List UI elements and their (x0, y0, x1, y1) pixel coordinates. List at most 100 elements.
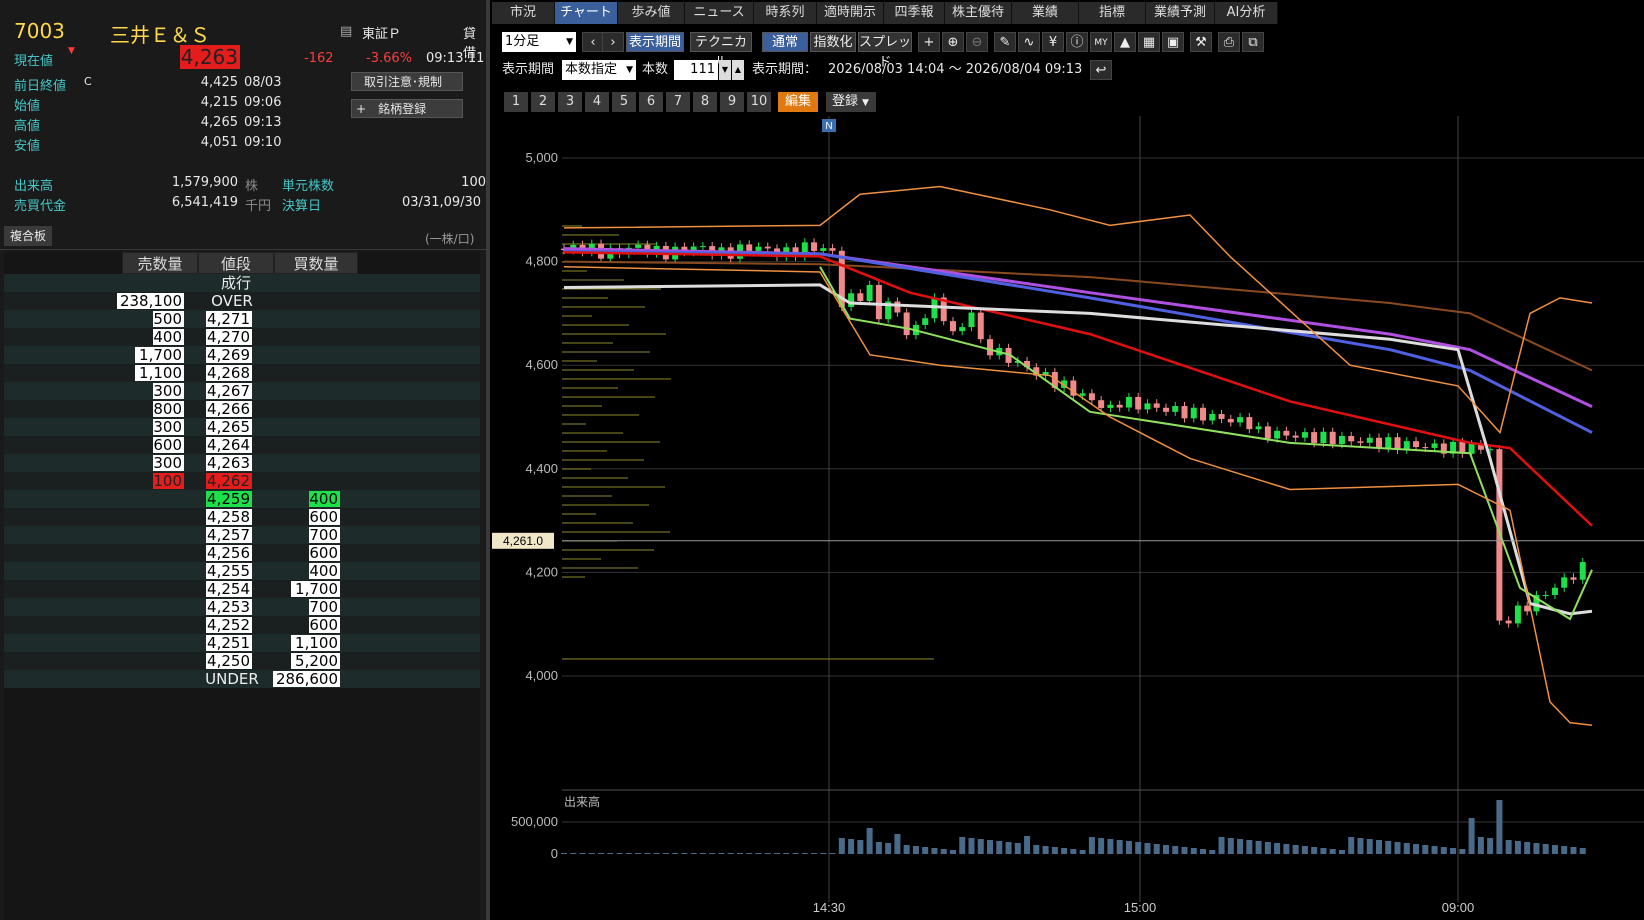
tab-6[interactable]: 四季報 (884, 2, 945, 24)
preset-button-7[interactable]: 7 (666, 92, 690, 112)
buy-qty[interactable]: 700 (309, 599, 340, 615)
technical-button[interactable]: テクニカル (690, 32, 752, 70)
table-row[interactable]: 4,252 600 (4, 616, 480, 634)
my-chart-icon[interactable]: MY (1090, 32, 1112, 52)
buy-qty[interactable]: 600 (309, 617, 340, 633)
preset-button-2[interactable]: 2 (531, 92, 555, 112)
table-row[interactable]: UNDER 286,600 (4, 670, 480, 688)
sell-qty[interactable]: 300 (153, 419, 184, 435)
area-chart-icon[interactable]: ▲ (1114, 32, 1136, 52)
buy-qty[interactable]: 400 (309, 563, 340, 579)
sell-qty[interactable]: 1,100 (135, 365, 184, 381)
table-row[interactable]: 4,257 700 (4, 526, 480, 544)
table-row[interactable]: 100 4,262 (4, 472, 480, 490)
tab-7[interactable]: 株主優待 (945, 2, 1012, 24)
price-level[interactable]: 4,253 (206, 599, 252, 615)
price-level[interactable]: UNDER (202, 671, 262, 687)
tab-0[interactable]: 市況 (492, 2, 555, 24)
tab-11[interactable]: AI分析 (1215, 2, 1278, 24)
sell-qty[interactable]: 300 (153, 455, 184, 471)
spread-mode-button[interactable]: スプレッド (858, 32, 912, 70)
preset-button-1[interactable]: 1 (504, 92, 528, 112)
price-level[interactable]: 4,256 (206, 545, 252, 561)
tab-10[interactable]: 業績予測 (1146, 2, 1215, 24)
return-icon[interactable]: ↩ (1090, 60, 1112, 80)
table-row[interactable]: 600 4,264 (4, 436, 480, 454)
count-input[interactable]: 111 (674, 60, 718, 80)
table-row[interactable]: 4,254 1,700 (4, 580, 480, 598)
period-mode-select[interactable]: 本数指定 ▼ (562, 60, 636, 80)
buy-qty[interactable]: 5,200 (291, 653, 340, 669)
table-row[interactable]: 300 4,267 (4, 382, 480, 400)
buy-qty[interactable]: 286,600 (273, 671, 340, 687)
table-row[interactable]: 4,251 1,100 (4, 634, 480, 652)
normal-mode-button[interactable]: 通常 (762, 32, 808, 52)
preset-button-5[interactable]: 5 (612, 92, 636, 112)
table-row[interactable]: 4,255 400 (4, 562, 480, 580)
sell-qty[interactable]: 800 (153, 401, 184, 417)
document-icon[interactable]: ▤ (340, 24, 352, 39)
sell-qty[interactable]: 600 (153, 437, 184, 453)
preset-button-8[interactable]: 8 (693, 92, 717, 112)
price-level[interactable]: 4,254 (206, 581, 252, 597)
buy-qty[interactable]: 600 (309, 509, 340, 525)
buy-qty[interactable]: 1,100 (291, 635, 340, 651)
table-row[interactable]: 4,256 600 (4, 544, 480, 562)
index-mode-button[interactable]: 指数化 (810, 32, 856, 52)
price-level[interactable]: 4,265 (206, 419, 252, 435)
sell-qty[interactable]: 100 (153, 473, 184, 489)
next-icon[interactable]: › (602, 32, 624, 52)
tab-composite-board[interactable]: 複合板 (4, 226, 52, 246)
price-level[interactable]: 4,267 (206, 383, 252, 399)
preset-button-9[interactable]: 9 (720, 92, 744, 112)
crosshair-icon[interactable]: + (918, 32, 940, 52)
display-period-button[interactable]: 表示期間 (626, 32, 684, 52)
table-row[interactable]: 4,250 5,200 (4, 652, 480, 670)
trend-icon[interactable]: ∿ (1018, 32, 1040, 52)
table-row[interactable]: 400 4,270 (4, 328, 480, 346)
preset-button-4[interactable]: 4 (585, 92, 609, 112)
price-level[interactable]: 4,266 (206, 401, 252, 417)
auto-icon[interactable]: ▦ (1138, 32, 1160, 52)
info-icon[interactable]: ⓘ (1066, 32, 1088, 52)
table-row[interactable]: 500 4,271 (4, 310, 480, 328)
tab-5[interactable]: 適時開示 (817, 2, 884, 24)
popout-icon[interactable]: ⧉ (1242, 32, 1264, 52)
price-level[interactable]: 4,255 (206, 563, 252, 579)
tab-1[interactable]: チャート (555, 2, 618, 24)
preset-button-6[interactable]: 6 (639, 92, 663, 112)
price-level[interactable]: 4,269 (206, 347, 252, 363)
price-level[interactable]: 4,259 (206, 491, 252, 507)
table-row[interactable]: 4,258 600 (4, 508, 480, 526)
prev-icon[interactable]: ‹ (582, 32, 604, 52)
buy-qty[interactable]: 1,700 (291, 581, 340, 597)
wrench-icon[interactable]: ⚒ (1190, 32, 1212, 52)
preset-button-10[interactable]: 10 (747, 92, 771, 112)
price-level[interactable]: 4,268 (206, 365, 252, 381)
edit-button[interactable]: 編集 (778, 92, 818, 112)
table-row[interactable]: 1,100 4,268 (4, 364, 480, 382)
tab-4[interactable]: 時系列 (754, 2, 817, 24)
register-stock-button[interactable]: + 銘柄登録 (351, 99, 463, 118)
trading-notice-button[interactable]: 取引注意･規制 (351, 72, 463, 91)
zoom-in-icon[interactable]: ⊕ (942, 32, 964, 52)
stepper-up-icon[interactable]: ▲ (732, 60, 744, 80)
sell-qty[interactable]: 300 (153, 383, 184, 399)
register-preset-button[interactable]: 登録 ▼ (826, 92, 876, 112)
price-level[interactable]: 4,252 (206, 617, 252, 633)
price-level[interactable]: 4,257 (206, 527, 252, 543)
tab-2[interactable]: 歩み値 (618, 2, 685, 24)
sell-qty[interactable]: 1,700 (135, 347, 184, 363)
chevron-down-icon[interactable]: ▼ (719, 60, 731, 80)
table-row[interactable]: 300 4,265 (4, 418, 480, 436)
sell-qty[interactable]: 400 (153, 329, 184, 345)
buy-qty[interactable]: 400 (309, 491, 340, 507)
tab-3[interactable]: ニュース (685, 2, 754, 24)
price-level[interactable]: 4,262 (206, 473, 252, 489)
yen-icon[interactable]: ¥ (1042, 32, 1064, 52)
pencil-icon[interactable]: ✎ (994, 32, 1016, 52)
zoom-out-icon[interactable]: ⊖ (966, 32, 988, 52)
price-level[interactable]: OVER (202, 293, 262, 309)
price-level[interactable]: 4,251 (206, 635, 252, 651)
table-row[interactable]: 4,259 400 (4, 490, 480, 508)
